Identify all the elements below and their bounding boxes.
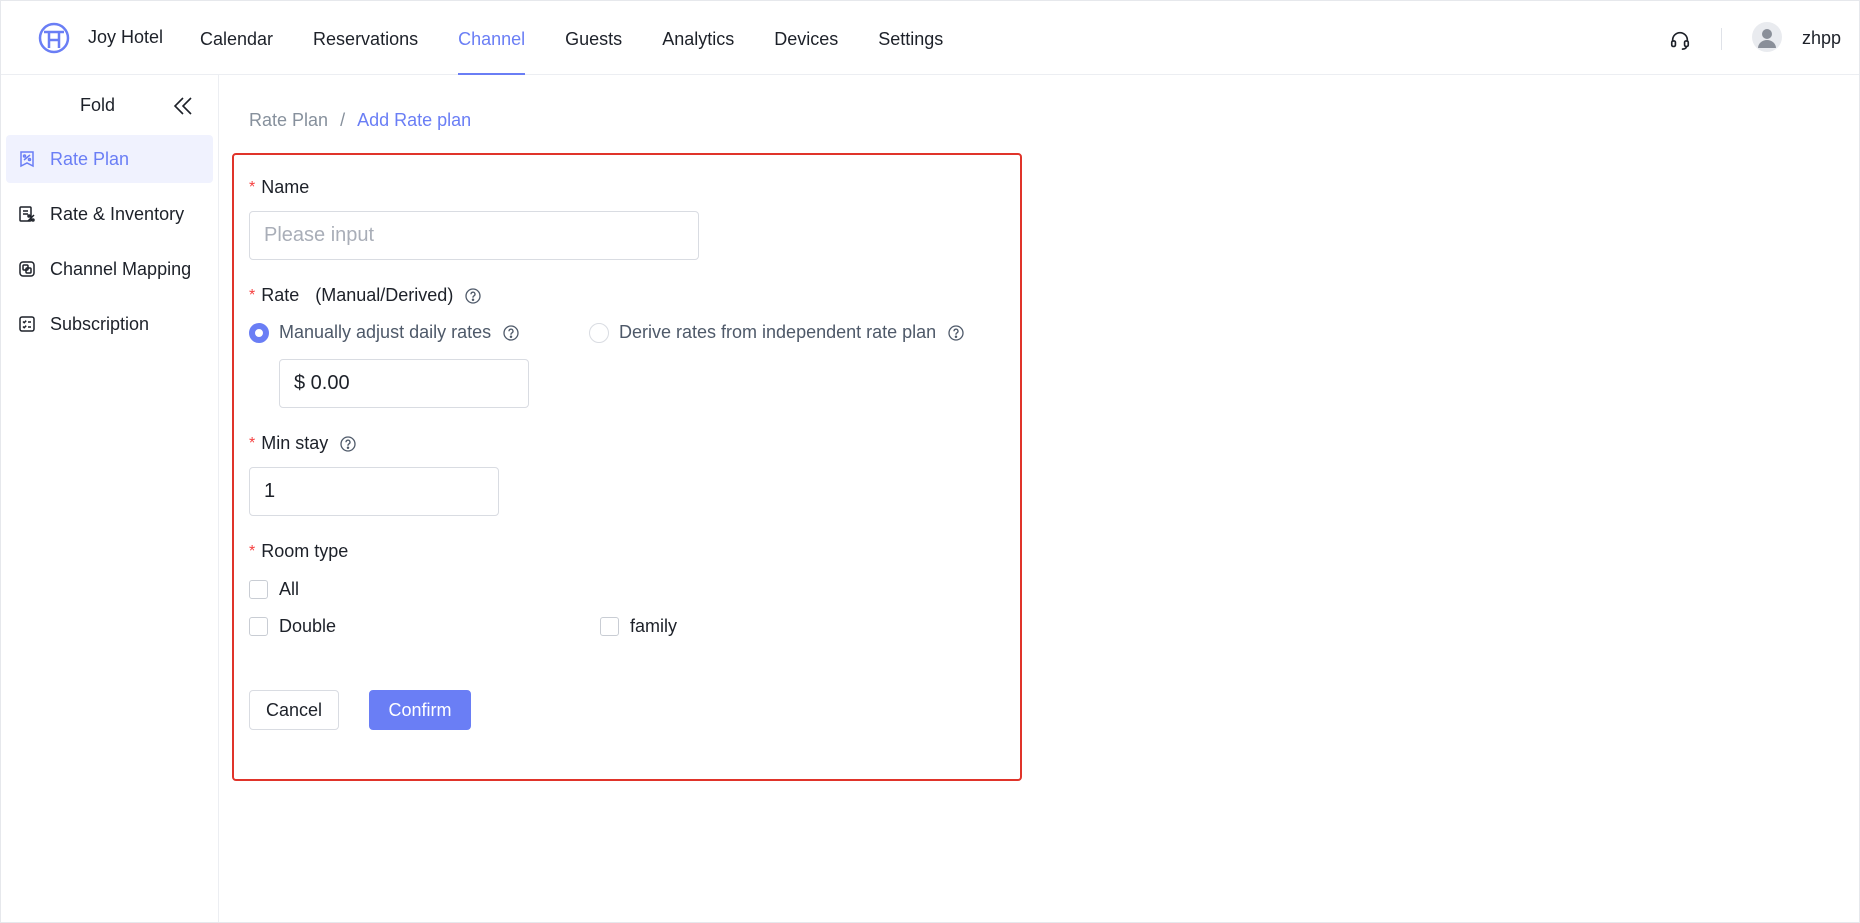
room-type-family-checkbox[interactable]: family (600, 616, 677, 637)
rate-inventory-icon (19, 206, 35, 222)
checkbox[interactable] (600, 617, 619, 636)
sidebar-item-rate-plan[interactable]: Rate Plan (6, 135, 213, 183)
top-navigation-bar: Joy Hotel Calendar Reservations Channel … (0, 0, 1860, 75)
rate-label-text: Rate (261, 285, 300, 305)
rate-plan-icon (20, 151, 34, 168)
confirm-button[interactable]: Confirm (369, 690, 471, 730)
breadcrumb-current: Add Rate plan (357, 110, 472, 130)
brand-name[interactable]: Joy Hotel (88, 27, 163, 48)
room-type-family-label: family (630, 616, 678, 636)
daily-rate-value: $ 0.00 (294, 372, 350, 394)
sidebar-item-channel-mapping[interactable]: Channel Mapping (6, 245, 213, 293)
help-circle-icon[interactable] (503, 324, 519, 341)
name-label-text: Name (261, 177, 310, 197)
checkbox[interactable] (249, 617, 268, 636)
rate-option-manual[interactable]: Manually adjust daily rates (249, 322, 519, 343)
breadcrumb-separator: / (340, 110, 346, 130)
nav-guests[interactable]: Guests (565, 0, 622, 75)
headset-icon[interactable] (1669, 29, 1691, 51)
room-type-all-label: All (279, 579, 300, 599)
nav-devices[interactable]: Devices (774, 0, 838, 75)
nav-analytics[interactable]: Analytics (662, 0, 734, 75)
nav-reservations[interactable]: Reservations (313, 0, 418, 75)
subscription-icon (19, 316, 35, 332)
username[interactable]: zhpp (1802, 28, 1841, 49)
room-type-all-checkbox[interactable]: All (249, 579, 299, 600)
fold-label: Fold (80, 95, 116, 115)
breadcrumb: Rate Plan / Add Rate plan (249, 110, 471, 131)
daily-rate-input[interactable]: $ 0.00 (279, 359, 529, 408)
sidebar: Fold Rate Plan Rate & Inventory Channel … (0, 75, 219, 923)
min-stay-label: * Min stay (249, 433, 356, 454)
required-mark: * (249, 286, 256, 304)
user-icon (1758, 29, 1776, 48)
avatar[interactable] (1752, 22, 1782, 52)
room-type-double-label: Double (279, 616, 337, 636)
help-circle-icon[interactable] (465, 287, 481, 304)
sidebar-item-rate-inventory[interactable]: Rate & Inventory (6, 190, 213, 238)
room-type-double-checkbox[interactable]: Double (249, 616, 336, 637)
required-mark: * (249, 178, 256, 196)
joy-hotel-logo[interactable] (38, 22, 70, 54)
nav-settings[interactable]: Settings (878, 0, 943, 75)
rate-option-derived[interactable]: Derive rates from independent rate plan (589, 322, 964, 343)
help-circle-icon[interactable] (948, 324, 964, 341)
rate-option-manual-label: Manually adjust daily rates (279, 322, 492, 342)
checkbox[interactable] (249, 580, 268, 599)
help-circle-icon[interactable] (340, 435, 356, 452)
sidebar-item-subscription[interactable]: Subscription (6, 300, 213, 348)
radio-button[interactable] (249, 322, 269, 343)
double-chevron-left-icon[interactable] (172, 95, 194, 117)
rate-label-hint: (Manual/Derived) (315, 285, 454, 305)
name-input-placeholder: Please input (264, 224, 375, 246)
rate-option-derived-label: Derive rates from independent rate plan (619, 322, 937, 342)
required-mark: * (249, 542, 256, 560)
radio-button[interactable] (589, 322, 609, 343)
min-stay-label-text: Min stay (261, 433, 329, 453)
sidebar-item-label: Subscription (50, 313, 150, 334)
sidebar-item-label: Rate Plan (50, 148, 130, 169)
header-divider (1721, 28, 1722, 50)
rate-label: * Rate (Manual/Derived) (249, 285, 481, 306)
room-type-label-text: Room type (261, 541, 349, 561)
main-nav: Calendar Reservations Channel Guests Ana… (200, 0, 983, 75)
name-label: * Name (249, 177, 309, 198)
name-input[interactable]: Please input (249, 211, 699, 260)
min-stay-value: 1 (264, 480, 276, 502)
channel-mapping-icon (19, 261, 35, 277)
room-type-label: * Room type (249, 541, 348, 562)
required-mark: * (249, 434, 256, 452)
sidebar-item-label: Rate & Inventory (50, 203, 185, 224)
cancel-button[interactable]: Cancel (249, 690, 339, 730)
min-stay-input[interactable]: 1 (249, 467, 499, 516)
nav-calendar[interactable]: Calendar (200, 0, 273, 75)
sidebar-item-label: Channel Mapping (50, 258, 192, 279)
nav-channel[interactable]: Channel (458, 0, 526, 75)
breadcrumb-parent[interactable]: Rate Plan (249, 110, 328, 131)
